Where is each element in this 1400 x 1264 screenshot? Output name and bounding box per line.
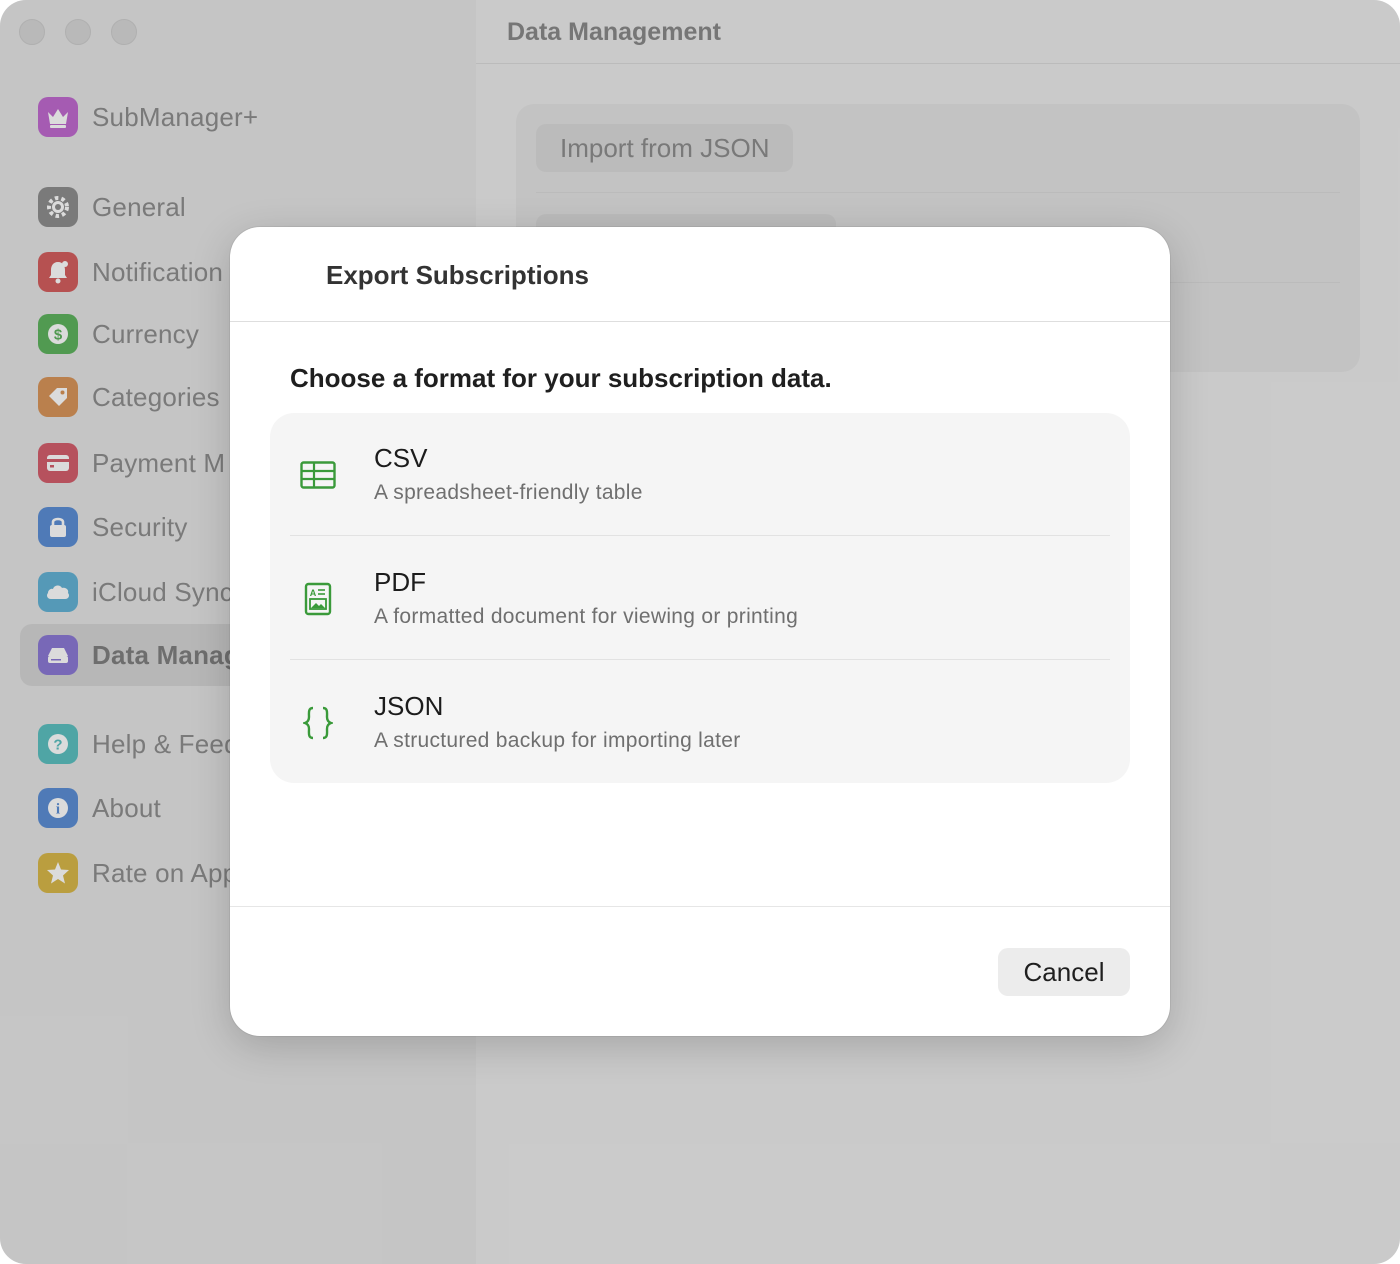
- format-option-description: A formatted document for viewing or prin…: [374, 605, 799, 628]
- format-option-description: A spreadsheet-friendly table: [374, 481, 643, 504]
- divider: [230, 321, 1170, 322]
- divider: [290, 535, 1110, 536]
- dialog-prompt: Choose a format for your subscription da…: [290, 363, 832, 393]
- divider: [290, 659, 1110, 660]
- cancel-button[interactable]: Cancel: [998, 948, 1130, 996]
- svg-text:A: A: [310, 588, 317, 598]
- format-option-description: A structured backup for importing later: [374, 729, 741, 752]
- export-dialog: Export Subscriptions Choose a format for…: [230, 227, 1170, 1036]
- format-option-pdf[interactable]: A PDF A formatted document for viewing o…: [270, 537, 1130, 661]
- format-option-name: PDF: [374, 567, 426, 597]
- divider: [230, 906, 1170, 907]
- format-option-name: CSV: [374, 443, 428, 473]
- format-option-json[interactable]: JSON A structured backup for importing l…: [270, 661, 1130, 785]
- format-options-list: CSV A spreadsheet-friendly table A PDF A…: [270, 413, 1130, 783]
- format-option-csv[interactable]: CSV A spreadsheet-friendly table: [270, 413, 1130, 537]
- dialog-title: Export Subscriptions: [326, 260, 589, 290]
- table-icon: [298, 455, 338, 495]
- app-window: SubManager+ General Notification $ Curre…: [0, 0, 1400, 1264]
- format-option-name: JSON: [374, 691, 444, 721]
- document-icon: A: [298, 579, 338, 619]
- braces-icon: [298, 703, 338, 743]
